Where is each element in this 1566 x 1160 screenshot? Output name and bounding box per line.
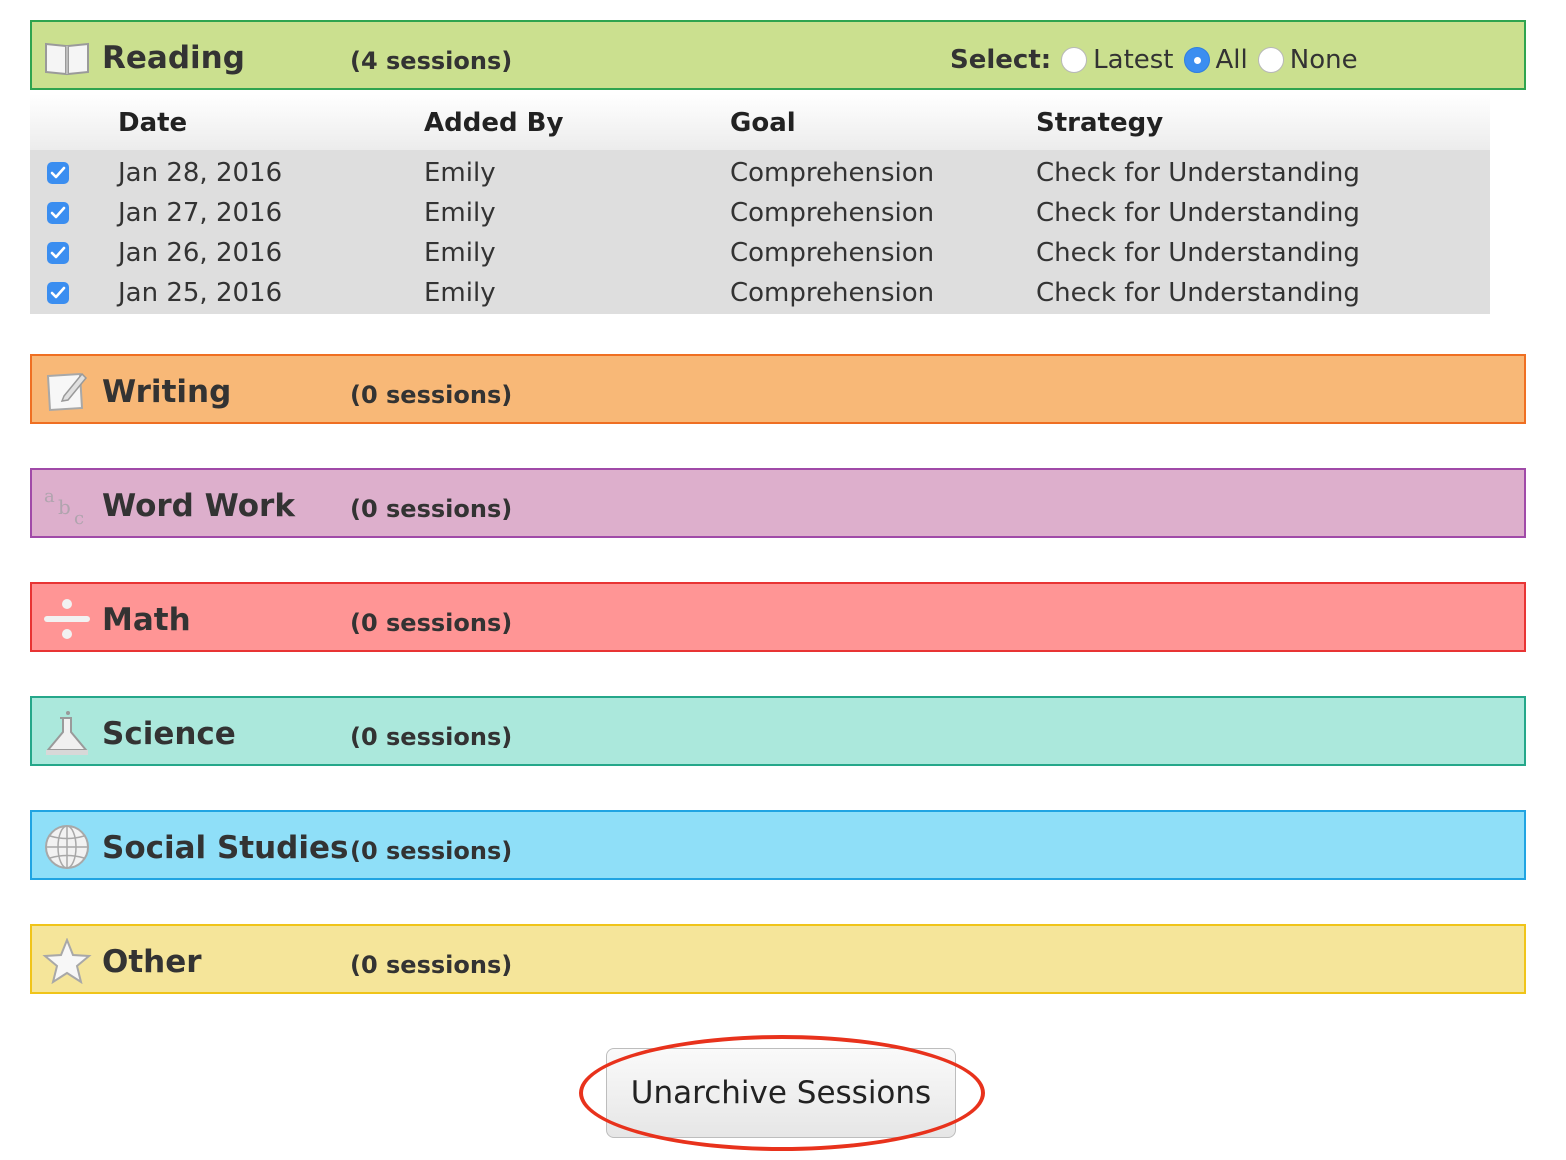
table-row: Jan 25, 2016 Emily Comprehension Check f… (30, 274, 1490, 314)
radio-latest-label[interactable]: Latest (1093, 45, 1173, 75)
svg-text:c: c (74, 508, 84, 528)
sessions-table: Date Added By Goal Strategy Jan 28, 2016… (30, 94, 1490, 314)
row-checkbox[interactable] (47, 162, 69, 184)
session-count: (0 sessions) (350, 609, 513, 637)
radio-none-label[interactable]: None (1290, 45, 1358, 75)
radio-all-label[interactable]: All (1216, 45, 1248, 75)
cell-strategy: Check for Understanding (1036, 278, 1360, 308)
section-title: Social Studies (102, 830, 349, 866)
star-icon (42, 937, 92, 985)
cell-added-by: Emily (424, 198, 496, 228)
cell-strategy: Check for Understanding (1036, 198, 1360, 228)
section-title: Word Work (102, 488, 295, 524)
section-header-social-studies[interactable]: Social Studies (0 sessions) (30, 810, 1526, 880)
section-title: Writing (102, 374, 232, 410)
checkmark-icon (50, 286, 66, 299)
checkmark-icon (50, 166, 66, 179)
globe-icon (42, 824, 92, 870)
session-count: (0 sessions) (350, 951, 513, 979)
cell-strategy: Check for Understanding (1036, 238, 1360, 268)
cell-added-by: Emily (424, 278, 496, 308)
section-header-other[interactable]: Other (0 sessions) (30, 924, 1526, 994)
section-header-reading[interactable]: Reading (4 sessions) Select: Latest All … (30, 20, 1526, 90)
cell-date: Jan 25, 2016 (118, 278, 283, 308)
session-count: (0 sessions) (350, 723, 513, 751)
unarchive-sessions-button[interactable]: Unarchive Sessions (606, 1048, 956, 1138)
cell-added-by: Emily (424, 158, 496, 188)
cell-strategy: Check for Understanding (1036, 158, 1360, 188)
table-row: Jan 26, 2016 Emily Comprehension Check f… (30, 234, 1490, 274)
table-header: Date Added By Goal Strategy (30, 94, 1490, 150)
flask-icon (42, 710, 92, 756)
radio-all[interactable] (1183, 47, 1210, 73)
section-title: Math (102, 602, 191, 638)
cell-date: Jan 27, 2016 (118, 198, 283, 228)
section-header-word-work[interactable]: a b c Word Work (0 sessions) (30, 468, 1526, 538)
session-count: (4 sessions) (350, 47, 513, 75)
book-icon (42, 34, 92, 80)
section-header-writing[interactable]: Writing (0 sessions) (30, 354, 1526, 424)
radio-none[interactable] (1257, 47, 1284, 73)
section-title: Reading (102, 40, 245, 76)
select-group: Select: Latest All None (950, 44, 1368, 76)
select-label: Select: (950, 45, 1052, 75)
section-header-science[interactable]: Science (0 sessions) (30, 696, 1526, 766)
table-row: Jan 28, 2016 Emily Comprehension Check f… (30, 154, 1490, 194)
row-checkbox[interactable] (47, 202, 69, 224)
column-header-goal[interactable]: Goal (730, 108, 796, 138)
radio-latest[interactable] (1061, 47, 1088, 73)
section-title: Science (102, 716, 236, 752)
paper-pencil-icon (42, 368, 92, 414)
table-row: Jan 27, 2016 Emily Comprehension Check f… (30, 194, 1490, 234)
row-checkbox[interactable] (47, 242, 69, 264)
abc-icon: a b c (42, 482, 92, 529)
column-header-added-by[interactable]: Added By (424, 108, 563, 138)
column-header-strategy[interactable]: Strategy (1036, 108, 1163, 138)
cell-date: Jan 26, 2016 (118, 238, 283, 268)
session-count: (0 sessions) (350, 837, 513, 865)
session-count: (0 sessions) (350, 381, 513, 409)
section-title: Other (102, 944, 202, 980)
cell-goal: Comprehension (730, 198, 935, 228)
cell-added-by: Emily (424, 238, 496, 268)
session-count: (0 sessions) (350, 495, 513, 523)
checkmark-icon (50, 246, 66, 259)
column-header-date[interactable]: Date (118, 108, 187, 138)
section-header-math[interactable]: Math (0 sessions) (30, 582, 1526, 652)
checkmark-icon (50, 206, 66, 219)
svg-text:a: a (44, 486, 55, 507)
cell-date: Jan 28, 2016 (118, 158, 283, 188)
cell-goal: Comprehension (730, 278, 935, 308)
divide-icon (42, 596, 92, 642)
svg-text:b: b (58, 495, 71, 519)
cell-goal: Comprehension (730, 158, 935, 188)
row-checkbox[interactable] (47, 282, 69, 304)
cell-goal: Comprehension (730, 238, 935, 268)
